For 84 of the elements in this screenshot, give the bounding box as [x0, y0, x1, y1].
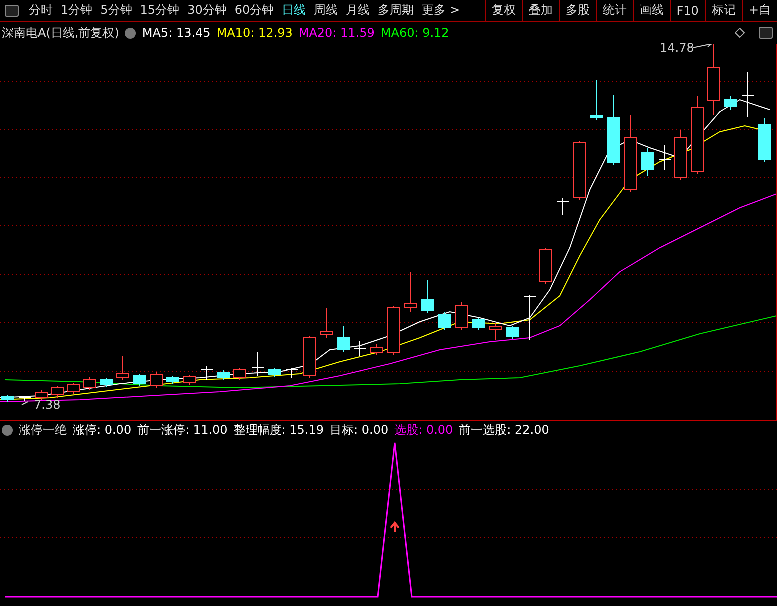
candlestick — [18, 396, 32, 402]
candlestick — [438, 312, 452, 330]
candlestick — [116, 356, 130, 380]
candlestick — [658, 144, 672, 170]
panel-toggle-icon[interactable] — [759, 27, 773, 39]
indicator-value: 整理幅度: 15.19 — [234, 422, 324, 439]
toolbar-button[interactable]: 复权 — [484, 0, 522, 21]
diamond-icon[interactable] — [735, 28, 745, 38]
indicator-value: MA5: 13.45 — [142, 26, 211, 40]
candlestick — [404, 272, 418, 312]
candlestick — [742, 72, 754, 118]
period-tab[interactable]: 日线 — [278, 2, 310, 19]
candlestick — [642, 148, 654, 176]
period-tab[interactable]: 1分钟 — [57, 2, 97, 19]
period-tab[interactable]: 60分钟 — [230, 2, 278, 19]
indicator-value: MA10: 12.93 — [216, 26, 293, 40]
indicator-value: 目标: 0.00 — [330, 422, 389, 439]
candlestick — [556, 198, 570, 216]
candlestick — [590, 80, 604, 120]
candlestick — [200, 366, 214, 380]
candlestick — [134, 374, 146, 386]
candlestick — [456, 302, 468, 330]
candlestick — [338, 326, 350, 352]
indicator-value: 前一选股: 22.00 — [459, 422, 550, 439]
toolbar-button[interactable]: 叠加 — [522, 0, 559, 21]
candlestick — [320, 308, 334, 338]
candlestick — [608, 94, 620, 166]
candlestick — [708, 44, 720, 116]
candlestick — [724, 96, 738, 110]
period-tab[interactable]: 30分钟 — [184, 2, 231, 19]
candlestick — [540, 248, 552, 284]
toolbar-button[interactable]: 画线 — [632, 0, 670, 21]
candlestick — [506, 326, 520, 340]
candlestick — [36, 390, 48, 400]
candlestick — [388, 306, 400, 356]
period-tab[interactable]: 多周期 — [374, 2, 418, 19]
more-button[interactable]: 更多 > — [418, 2, 464, 19]
candlestick — [472, 318, 486, 330]
candlestick — [490, 322, 502, 340]
indicator-value: MA20: 11.59 — [298, 26, 375, 40]
candlestick — [68, 382, 80, 394]
high-price-label: 14.78 — [660, 42, 694, 54]
settings-icon[interactable] — [125, 28, 136, 38]
candlestick — [524, 294, 536, 340]
candlestick — [422, 280, 434, 314]
candlestick — [218, 370, 230, 380]
settings-icon[interactable] — [2, 425, 13, 436]
candlestick — [354, 340, 366, 356]
pointer-arrow — [692, 44, 713, 48]
period-tab[interactable]: 周线 — [310, 2, 342, 19]
candlestick — [234, 368, 246, 380]
candlestick — [166, 376, 180, 384]
candlestick — [268, 368, 282, 378]
toolbar-button[interactable]: F10 — [670, 0, 705, 21]
indicator-value: 前一涨停: 11.00 — [138, 422, 228, 439]
candlestick — [100, 378, 114, 388]
candlestick — [252, 352, 264, 376]
indicator-title: 涨停一绝 — [19, 422, 67, 439]
candlestick — [52, 386, 64, 398]
candlestick — [758, 118, 772, 162]
toolbar-button[interactable]: 多股 — [558, 0, 596, 21]
panel-toggle-icon[interactable] — [5, 4, 19, 16]
candlestick — [286, 368, 298, 378]
up-arrow-icon — [390, 521, 400, 533]
toolbar-button[interactable]: 统计 — [596, 0, 633, 21]
candlestick — [150, 372, 164, 388]
toolbar-button[interactable]: 标记 — [704, 0, 742, 21]
indicator-value: MA60: 9.12 — [380, 26, 450, 40]
low-price-label: 7.38 — [34, 399, 61, 411]
indicator-value: 涨停: 0.00 — [73, 422, 132, 439]
indicator-value: 选股: 0.00 — [394, 422, 454, 439]
candlestick — [84, 376, 96, 390]
toolbar-button[interactable]: +自 — [742, 0, 777, 21]
period-tab[interactable]: 15分钟 — [136, 2, 184, 19]
candlestick — [304, 336, 316, 378]
period-tab[interactable]: 5分钟 — [96, 2, 136, 19]
chart-title: 深南电A(日线,前复权) — [2, 24, 120, 42]
period-tab[interactable]: 分时 — [25, 2, 57, 19]
candlestick — [370, 344, 384, 356]
candlestick — [574, 140, 586, 200]
period-tab[interactable]: 月线 — [342, 2, 374, 19]
candlestick — [674, 130, 688, 180]
candlestick — [2, 394, 14, 402]
candlestick — [184, 374, 196, 386]
